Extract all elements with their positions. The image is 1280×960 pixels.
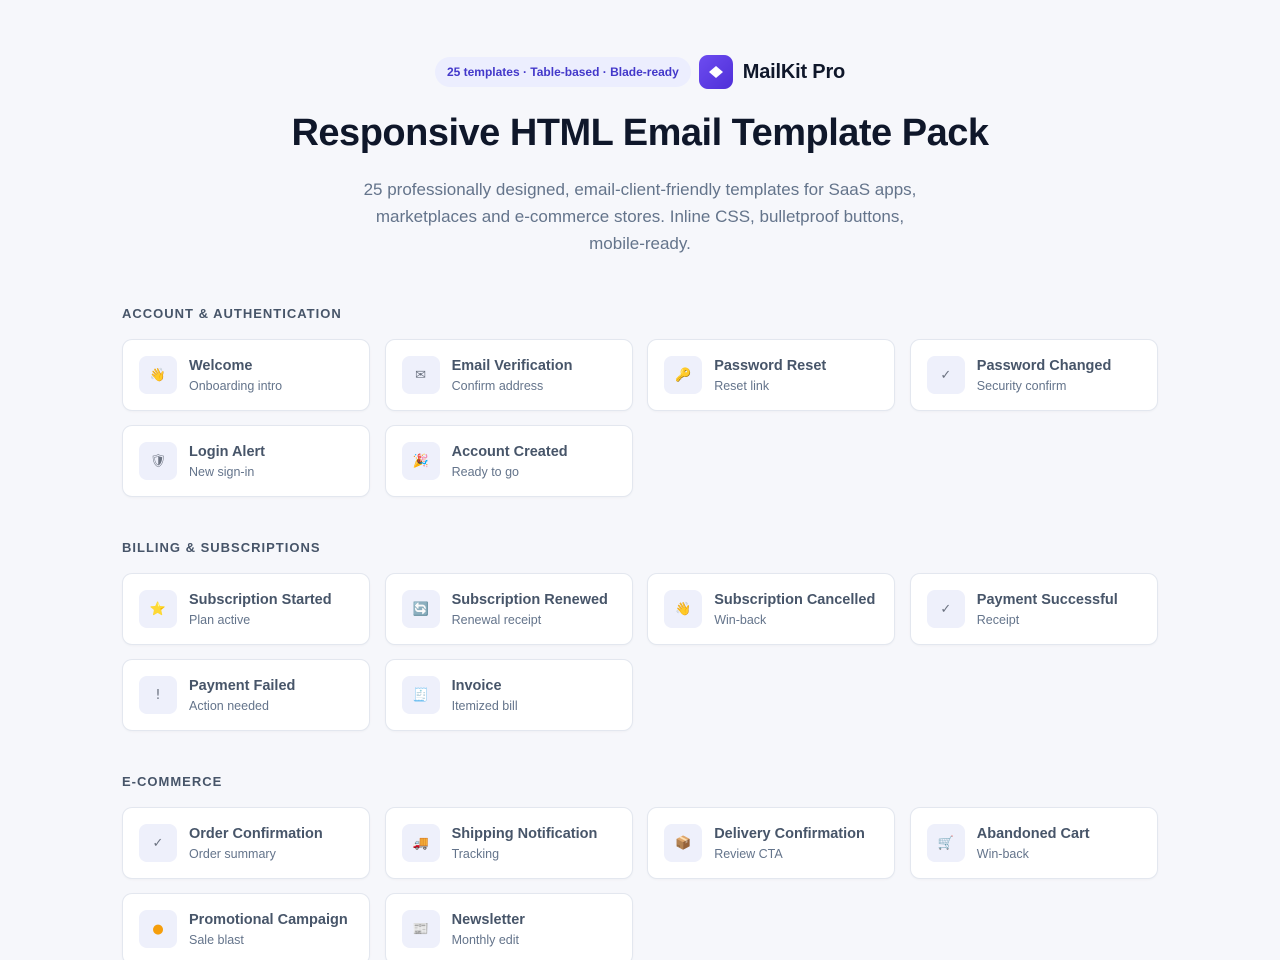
card-subtitle: Monthly edit (451, 932, 519, 947)
receipt-icon: 🧾 (401, 676, 440, 714)
card-subtitle: Action needed (189, 698, 269, 713)
card-title: Email Verification (451, 357, 573, 374)
card-title: Newsletter (451, 911, 525, 928)
template-card-shipping-notification[interactable]: 🚚 Shipping Notification Tracking (384, 807, 633, 879)
card-title: Password Changed (976, 357, 1112, 374)
card-title: Abandoned Cart (976, 825, 1090, 842)
template-grid-ecommerce: ✓ Order Confirmation Order summary 🚚 Ship… (122, 807, 1158, 960)
card-subtitle: Win-back (714, 612, 767, 627)
template-card-abandoned-cart[interactable]: 🛒 Abandoned Cart Win-back (909, 807, 1158, 879)
section-title-account: ACCOUNT & AUTHENTICATION (122, 306, 342, 321)
template-card-newsletter[interactable]: 📰 Newsletter Monthly edit (384, 893, 633, 960)
envelope-icon: ✉ (401, 356, 440, 394)
brand-name: MailKit Pro (742, 60, 846, 83)
card-title: Account Created (451, 443, 568, 460)
card-subtitle: Itemized bill (451, 698, 518, 713)
card-title: Order Confirmation (189, 825, 323, 842)
page-subtitle: 25 professionally designed, email-client… (363, 180, 917, 253)
template-card-password-reset[interactable]: 🔑 Password Reset Reset link (647, 339, 896, 411)
card-title: Subscription Started (189, 591, 332, 608)
sale-badge-icon: ● (139, 910, 177, 948)
template-grid-account: 👋 Welcome Onboarding intro ✉ Email Verifi… (122, 339, 1158, 497)
card-title: Login Alert (189, 443, 265, 460)
checkmark-icon: ✓ (926, 356, 965, 394)
template-grid-billing: ⭐ Subscription Started Plan active 🔄 Subs… (122, 573, 1158, 731)
refresh-icon: 🔄 (401, 590, 440, 628)
card-title: Payment Successful (976, 591, 1118, 608)
template-card-payment-successful[interactable]: ✓ Payment Successful Receipt (909, 573, 1158, 645)
feature-badge: 25 templates · Table-based · Blade-ready (434, 57, 691, 87)
template-card-login-alert[interactable]: 🛡 Login Alert New sign-in (122, 425, 370, 497)
card-subtitle: Sale blast (189, 932, 244, 947)
card-title: Invoice (451, 677, 502, 694)
card-subtitle: Review CTA (714, 846, 783, 861)
card-title: Delivery Confirmation (714, 825, 865, 842)
template-card-invoice[interactable]: 🧾 Invoice Itemized bill (384, 659, 633, 731)
card-subtitle: Order summary (189, 846, 276, 861)
card-title: Subscription Cancelled (714, 591, 876, 608)
card-title: Subscription Renewed (451, 591, 608, 608)
brand[interactable]: MailKit Pro (698, 55, 846, 89)
template-card-order-confirmation[interactable]: ✓ Order Confirmation Order summary (122, 807, 370, 879)
card-title: Payment Failed (189, 677, 296, 694)
shield-icon: 🛡 (139, 442, 177, 480)
template-card-payment-failed[interactable]: ! Payment Failed Action needed (122, 659, 370, 731)
card-title: Password Reset (714, 357, 827, 374)
template-card-delivery-confirmation[interactable]: 📦 Delivery Confirmation Review CTA (647, 807, 896, 879)
waving-hand-icon: 👋 (139, 356, 177, 394)
card-subtitle: Receipt (976, 612, 1020, 627)
template-card-account-created[interactable]: 🎉 Account Created Ready to go (384, 425, 633, 497)
card-title: Welcome (189, 357, 253, 374)
template-card-promotional-campaign[interactable]: ● Promotional Campaign Sale blast (122, 893, 370, 960)
card-title: Promotional Campaign (189, 911, 348, 928)
checkmark-icon: ✓ (139, 824, 177, 862)
truck-icon: 🚚 (401, 824, 440, 862)
key-icon: 🔑 (664, 356, 703, 394)
template-card-welcome[interactable]: 👋 Welcome Onboarding intro (122, 339, 370, 411)
waving-hand-icon: 👋 (664, 590, 703, 628)
shopping-cart-icon: 🛒 (926, 824, 965, 862)
page: 25 templates · Table-based · Blade-ready… (0, 0, 1280, 960)
template-card-subscription-cancelled[interactable]: 👋 Subscription Cancelled Win-back (647, 573, 896, 645)
header: 25 templates · Table-based · Blade-ready… (0, 55, 1280, 89)
card-subtitle: Plan active (189, 612, 251, 627)
newspaper-icon: 📰 (401, 910, 440, 948)
star-icon: ⭐ (139, 590, 177, 628)
card-subtitle: Tracking (451, 846, 500, 861)
template-card-email-verification[interactable]: ✉ Email Verification Confirm address (384, 339, 633, 411)
card-subtitle: Renewal receipt (451, 612, 542, 627)
package-icon: 📦 (664, 824, 703, 862)
card-subtitle: Win-back (976, 846, 1029, 861)
party-popper-icon: 🎉 (401, 442, 440, 480)
card-title: Shipping Notification (451, 825, 598, 842)
section-title-billing: BILLING & SUBSCRIPTIONS (122, 540, 321, 555)
diamond-logo-icon (698, 55, 733, 89)
card-subtitle: New sign-in (189, 464, 255, 479)
card-subtitle: Ready to go (451, 464, 520, 479)
card-subtitle: Confirm address (451, 378, 544, 393)
card-subtitle: Security confirm (976, 378, 1067, 393)
template-card-password-changed[interactable]: ✓ Password Changed Security confirm (909, 339, 1158, 411)
page-title: Responsive HTML Email Template Pack (291, 112, 989, 154)
template-card-subscription-renewed[interactable]: 🔄 Subscription Renewed Renewal receipt (384, 573, 633, 645)
card-subtitle: Reset link (714, 378, 770, 393)
exclamation-icon: ! (139, 676, 177, 714)
card-subtitle: Onboarding intro (189, 378, 283, 393)
section-title-ecommerce: E-COMMERCE (122, 774, 223, 789)
checkmark-icon: ✓ (926, 590, 965, 628)
template-card-subscription-started[interactable]: ⭐ Subscription Started Plan active (122, 573, 370, 645)
